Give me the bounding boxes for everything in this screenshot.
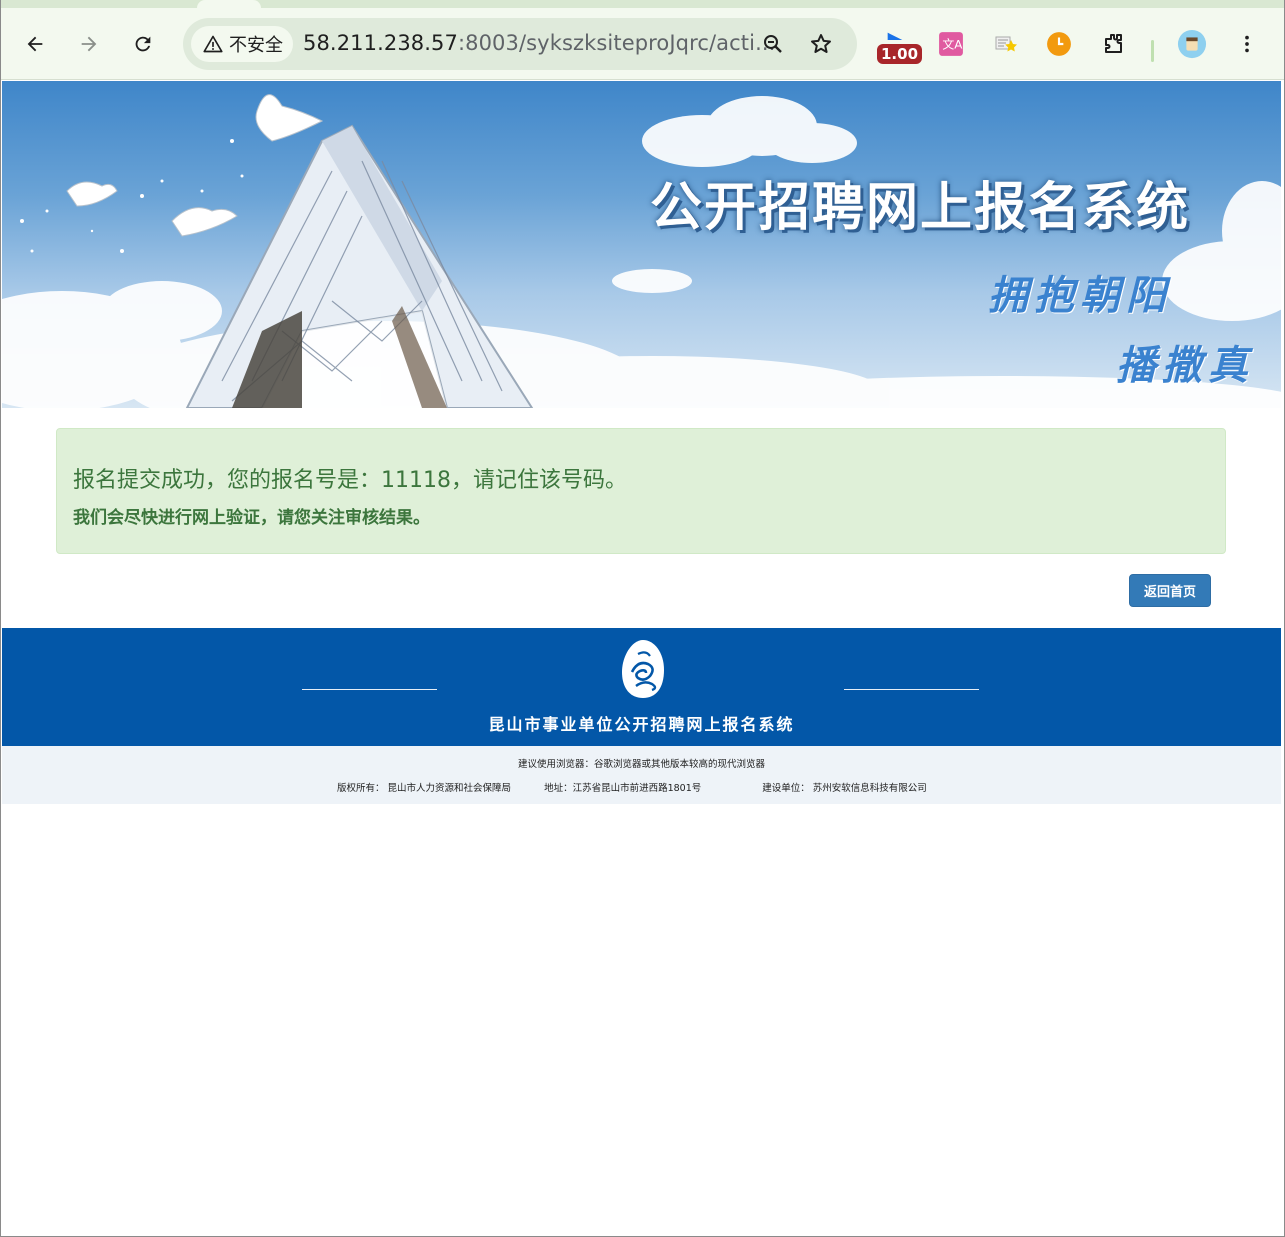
- url-text[interactable]: 58.211.238.57:8003/sykszksiteproJqrc/act…: [303, 31, 775, 55]
- reload-button[interactable]: [127, 28, 159, 60]
- address-text: 地址：江苏省昆山市前进西路1801号: [544, 783, 702, 794]
- footer-divider-right: [844, 689, 979, 690]
- timer-extension-icon: [1047, 32, 1071, 56]
- banner-illustration: [2, 94, 1281, 408]
- browser-recommendation: 建议使用浏览器：谷歌浏览器或其他版本较高的现代浏览器: [517, 759, 765, 770]
- banner-slogan-line1: 拥抱朝阳: [988, 272, 1172, 319]
- footer-divider-left: [302, 689, 437, 690]
- warning-icon: [203, 35, 223, 53]
- banner-title: 公开招聘网上报名系统: [650, 177, 1191, 238]
- translate-extension-icon: 文A: [939, 32, 963, 56]
- header-banner: 公开招聘网上报名系统 拥抱朝阳 播撒真: [2, 81, 1281, 408]
- footer-logo-icon: [622, 640, 664, 698]
- banner-slogan-line2: 播撒真: [1116, 342, 1254, 389]
- security-label: 不安全: [229, 35, 283, 56]
- timer-extension-button[interactable]: [1043, 28, 1075, 60]
- return-home-button[interactable]: 返回首页: [1129, 574, 1211, 607]
- bookmark-star-icon: [811, 34, 831, 53]
- extensions-button[interactable]: [1098, 28, 1130, 60]
- toolbar-divider: [1151, 40, 1154, 62]
- translate-extension-button[interactable]: 文A: [935, 28, 967, 60]
- url-path: :8003/sykszksiteproJqrc/acti...: [457, 31, 776, 55]
- verification-note: 我们会尽快进行网上验证，请您关注审核结果。: [73, 508, 430, 528]
- reload-icon: [135, 36, 151, 52]
- builder-text: 建设单位： 苏州安软信息科技有限公司: [762, 783, 927, 794]
- more-menu-icon: [1245, 35, 1249, 53]
- zoom-icon: [764, 35, 782, 53]
- forward-arrow-icon: [81, 36, 97, 52]
- profile-avatar-icon: [1177, 29, 1207, 59]
- notes-extension-button[interactable]: [989, 28, 1021, 60]
- success-message: 报名提交成功，您的报名号是：11118，请记住该号码。: [73, 468, 627, 493]
- footer-info: 建议使用浏览器：谷歌浏览器或其他版本较高的现代浏览器 版权所有： 昆山市人力资源…: [2, 746, 1281, 804]
- footer-credits: 版权所有： 昆山市人力资源和社会保障局 地址：江苏省昆山市前进西路1801号 建…: [337, 780, 957, 794]
- extensions-puzzle-icon: [1105, 34, 1122, 53]
- copyright-text: 版权所有： 昆山市人力资源和社会保障局: [337, 783, 512, 794]
- address-bar[interactable]: 不安全 58.211.238.57:8003/sykszksiteproJqrc…: [183, 18, 857, 70]
- notes-extension-icon: [995, 36, 1017, 52]
- zoom-button[interactable]: [759, 30, 787, 58]
- browser-window: 不安全 58.211.238.57:8003/sykszksiteproJqrc…: [0, 0, 1285, 1237]
- back-arrow-icon: [27, 36, 43, 52]
- security-chip[interactable]: 不安全: [191, 26, 293, 62]
- success-alert: 报名提交成功，您的报名号是：11118，请记住该号码。 我们会尽快进行网上验证，…: [56, 428, 1226, 554]
- bookmark-button[interactable]: [807, 30, 835, 58]
- browser-toolbar: 不安全 58.211.238.57:8003/sykszksiteproJqrc…: [1, 8, 1284, 80]
- footer-title: 昆山市事业单位公开招聘网上报名系统: [488, 715, 795, 734]
- forward-button[interactable]: [73, 28, 105, 60]
- footer-band: 昆山市事业单位公开招聘网上报名系统: [2, 628, 1281, 746]
- back-button[interactable]: [19, 28, 51, 60]
- url-host: 58.211.238.57: [303, 31, 458, 55]
- extension-badge: 1.00: [877, 44, 923, 64]
- profile-button[interactable]: [1176, 28, 1208, 60]
- more-menu-button[interactable]: [1231, 28, 1263, 60]
- svg-text:文A: 文A: [942, 37, 963, 51]
